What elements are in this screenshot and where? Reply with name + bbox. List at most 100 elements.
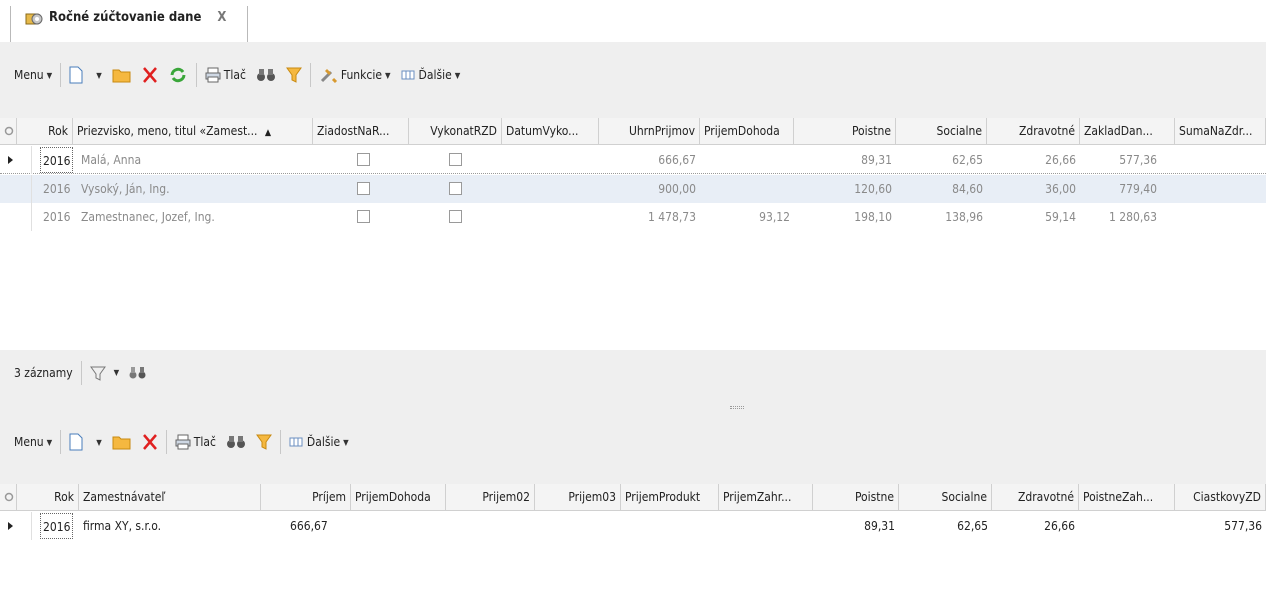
tab-rocne-zuctovanie[interactable]: Ročné zúčtovanie dane X — [10, 6, 248, 42]
col-prijem02[interactable]: Prijem02 — [446, 484, 535, 511]
column-chooser[interactable] — [0, 118, 17, 145]
col-prijem-dohoda[interactable]: PrijemDohoda — [700, 118, 794, 145]
more-button[interactable]: Ďalšie ▼ — [401, 63, 460, 87]
cell-zdravotne[interactable]: 36,00 — [987, 175, 1076, 203]
grid-header: Rok Zamestnávateľ Príjem PrijemDohoda Pr… — [0, 484, 1266, 511]
filter-button[interactable] — [285, 63, 302, 87]
table-row[interactable]: 2016 firma XY, s.r.o. 666,67 89,31 62,65… — [0, 512, 1266, 540]
menu-button[interactable]: Menu ▼ — [14, 63, 52, 87]
table-row[interactable]: 2016 Vysoký, Ján, Ing. 900,00 120,60 84,… — [0, 175, 1266, 203]
col-ciastkovy-zd[interactable]: CiastkovyZD — [1175, 484, 1266, 511]
more-button[interactable]: Ďalšie ▼ — [289, 430, 349, 454]
find-button[interactable] — [226, 430, 246, 454]
col-uhrn[interactable]: UhrnPrijmov — [599, 118, 700, 145]
vykonat-checkbox[interactable] — [449, 182, 462, 195]
status-bar: 3 záznamy ▼ — [0, 350, 1266, 395]
print-button[interactable]: Tlač — [175, 430, 216, 454]
ziadost-checkbox[interactable] — [357, 182, 370, 195]
find-button[interactable] — [256, 63, 276, 87]
cell-socialne[interactable]: 62,65 — [896, 146, 983, 174]
cell-poistne[interactable]: 89,31 — [794, 146, 892, 174]
filter-status-button[interactable]: ▼ — [89, 361, 119, 385]
cell-poistne[interactable]: 89,31 — [813, 512, 895, 540]
cell-socialne[interactable]: 138,96 — [896, 203, 983, 231]
refresh-button[interactable] — [168, 63, 188, 87]
col-datum[interactable]: DatumVyko... — [502, 118, 599, 145]
cell-dohoda[interactable]: 93,12 — [700, 203, 790, 231]
cell-poistne[interactable]: 120,60 — [794, 175, 892, 203]
splitter[interactable] — [0, 395, 1266, 421]
col-rok[interactable]: Rok — [17, 484, 79, 511]
col-zdravotne[interactable]: Zdravotné — [987, 118, 1080, 145]
chevron-down-icon: ▼ — [96, 437, 102, 447]
col-suma-na-zdr[interactable]: SumaNaZdr... — [1175, 118, 1266, 145]
column-chooser[interactable] — [0, 484, 17, 511]
cell-meno[interactable]: Vysoký, Ján, Ing. — [81, 175, 170, 203]
filter-button[interactable] — [255, 430, 272, 454]
col-prijem[interactable]: Príjem — [261, 484, 351, 511]
col-poistne-zah[interactable]: PoistneZah... — [1079, 484, 1175, 511]
functions-button[interactable]: Funkcie ▼ — [319, 63, 391, 87]
print-label: Tlač — [193, 435, 216, 449]
cell-zaklad[interactable]: 577,36 — [1080, 146, 1157, 174]
ziadost-checkbox[interactable] — [357, 153, 370, 166]
cell-socialne[interactable]: 84,60 — [896, 175, 983, 203]
col-zdravotne[interactable]: Zdravotné — [992, 484, 1079, 511]
delete-button[interactable] — [142, 430, 158, 454]
col-zamestnavatel[interactable]: Zamestnávateľ — [79, 484, 261, 511]
cell-uhrn[interactable]: 900,00 — [599, 175, 696, 203]
col-prijem-produkt[interactable]: PrijemProdukt — [621, 484, 719, 511]
cell-uhrn[interactable]: 1 478,73 — [599, 203, 696, 231]
cell-zamestnavatel[interactable]: firma XY, s.r.o. — [83, 512, 161, 540]
cell-zaklad[interactable]: 1 280,63 — [1080, 203, 1157, 231]
col-poistne[interactable]: Poistne — [794, 118, 896, 145]
cell-prijem[interactable]: 666,67 — [290, 512, 328, 540]
new-dropdown[interactable]: ▼ — [93, 430, 102, 454]
vykonat-checkbox[interactable] — [449, 153, 462, 166]
cell-uhrn[interactable]: 666,67 — [599, 146, 696, 174]
cell-dohoda[interactable] — [700, 146, 790, 174]
row-indicator — [0, 175, 32, 203]
col-vykonat[interactable]: VykonatRZD — [409, 118, 502, 145]
col-poistne[interactable]: Poistne — [813, 484, 899, 511]
table-row[interactable]: 2016 Malá, Anna 666,67 89,31 62,65 26,66… — [0, 146, 1266, 174]
cell-zdravotne[interactable]: 59,14 — [987, 203, 1076, 231]
cell-meno[interactable]: Malá, Anna — [81, 146, 141, 174]
open-button[interactable] — [112, 430, 132, 454]
new-document-icon — [69, 66, 83, 84]
col-zaklad-dane[interactable]: ZakladDan... — [1080, 118, 1175, 145]
cell-socialne[interactable]: 62,65 — [899, 512, 988, 540]
close-icon[interactable]: X — [217, 10, 226, 25]
col-ziadost[interactable]: ZiadostNaR... — [313, 118, 409, 145]
cell-zaklad[interactable]: 779,40 — [1080, 175, 1157, 203]
find-status-button[interactable] — [129, 361, 147, 385]
cell-rok[interactable]: 2016 — [43, 203, 70, 231]
table-row[interactable]: 2016 Zamestnanec, Jozef, Ing. 1 478,73 9… — [0, 203, 1266, 231]
open-button[interactable] — [112, 63, 132, 87]
col-socialne[interactable]: Socialne — [896, 118, 987, 145]
cell-zdravotne[interactable]: 26,66 — [992, 512, 1075, 540]
grid-header: Rok Priezvisko, meno, titul «Zamest... ▲… — [0, 118, 1266, 145]
cell-meno[interactable]: Zamestnanec, Jozef, Ing. — [81, 203, 215, 231]
cell-zdravotne[interactable]: 26,66 — [987, 146, 1076, 174]
print-button[interactable]: Tlač — [205, 63, 246, 87]
col-prijem03[interactable]: Prijem03 — [535, 484, 621, 511]
cell-dohoda[interactable] — [700, 175, 790, 203]
cell-rok[interactable]: 2016 — [43, 175, 70, 203]
col-priezvisko[interactable]: Priezvisko, meno, titul «Zamest... ▲ — [73, 118, 313, 145]
cell-rok[interactable]: 2016 — [40, 513, 74, 539]
menu-button[interactable]: Menu ▼ — [14, 430, 52, 454]
col-prijem-zahr[interactable]: PrijemZahr... — [719, 484, 813, 511]
new-button[interactable] — [69, 430, 83, 454]
col-prijem-dohoda[interactable]: PrijemDohoda — [351, 484, 446, 511]
col-rok[interactable]: Rok — [17, 118, 73, 145]
ziadost-checkbox[interactable] — [357, 210, 370, 223]
cell-poistne[interactable]: 198,10 — [794, 203, 892, 231]
cell-ciastkovy[interactable]: 577,36 — [1175, 512, 1262, 540]
delete-button[interactable] — [142, 63, 158, 87]
new-dropdown[interactable]: ▼ — [93, 63, 102, 87]
cell-rok[interactable]: 2016 — [40, 147, 74, 173]
col-socialne[interactable]: Socialne — [899, 484, 992, 511]
vykonat-checkbox[interactable] — [449, 210, 462, 223]
new-button[interactable] — [69, 63, 83, 87]
